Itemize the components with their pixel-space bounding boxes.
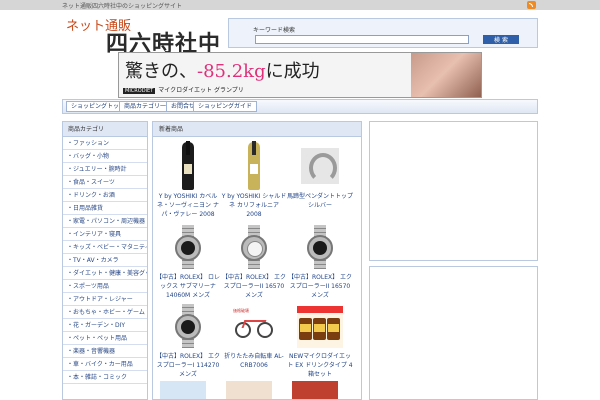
product-title[interactable]: 【中古】ROLEX】 エクスプローラーI 114270 メンズ — [155, 352, 221, 379]
sidebar-item[interactable]: ・楽器・音響機器 — [63, 345, 147, 358]
sidebar-item[interactable]: ・バッグ・小物 — [63, 150, 147, 163]
watch-image — [173, 304, 203, 348]
category-sidebar: 商品カテゴリ ・ファッション ・バッグ・小物 ・ジュエリー・腕時計 ・食品・スイ… — [62, 121, 148, 400]
product-title[interactable]: NEWマイクロダイエット EX ドリンクタイプ 4箱セット — [287, 352, 353, 379]
search-input[interactable] — [255, 35, 469, 44]
sidebar-title: 商品カテゴリ — [63, 122, 147, 137]
sidebar-item[interactable]: ・TV・AV・カメラ — [63, 254, 147, 267]
watch-image — [173, 225, 203, 269]
product-card[interactable]: 【中古】ROLEX】 ロレックス サブマリーナ 14060M メンズ — [155, 223, 221, 300]
product-title[interactable]: 【中古】ROLEX】 エクスプローラーII 16570 メンズ — [287, 273, 353, 300]
pendant-image — [301, 148, 339, 184]
sidebar-item[interactable]: ・ファッション — [63, 137, 147, 150]
product-title[interactable]: 折りたたみ自転車 AL-CRB7006 — [221, 352, 287, 370]
sidebar-item[interactable]: ・インテリア・寝具 — [63, 228, 147, 241]
sidebar-item[interactable]: ・ジュエリー・腕時計 — [63, 163, 147, 176]
product-image-partial[interactable] — [292, 381, 338, 399]
new-products-panel: 新着商品 Y by YOSHIKI カベルネ・ソーヴィニヨン ナパ・ヴァレー 2… — [152, 121, 362, 400]
search-box: キーワード検索 検 索 — [228, 18, 538, 48]
sidebar-item[interactable]: ・おもちゃ・ホビー・ゲーム — [63, 306, 147, 319]
product-card[interactable]: Y by YOSHIKI カベルネ・ソーヴィニヨン ナパ・ヴァレー 2008 — [155, 141, 221, 219]
wine-bottle-image — [248, 141, 260, 190]
product-image[interactable]: 価格破壊 — [231, 302, 277, 350]
sidebar-item[interactable]: ・ドリンク・お酒 — [63, 189, 147, 202]
ad-banner[interactable]: 驚きの、-85.2kgに成功 MICRODIET マイクロダイエット グランプリ — [118, 52, 482, 98]
sidebar-item[interactable]: ・アウトドア・レジャー — [63, 293, 147, 306]
right-widget-bottom — [369, 266, 538, 400]
sidebar-item[interactable]: ・スポーツ用品 — [63, 280, 147, 293]
banner-headline-post: に成功 — [265, 61, 320, 82]
bicycle-image: 価格破壊 — [233, 308, 275, 344]
main-title: 新着商品 — [153, 122, 361, 137]
product-image[interactable] — [297, 223, 343, 271]
sidebar-item[interactable]: ・ダイエット・健康・美容グッズ — [63, 267, 147, 280]
diet-drink-image — [297, 306, 343, 348]
product-image[interactable] — [231, 141, 277, 190]
sidebar-item[interactable]: ・車・バイク・カー用品 — [63, 358, 147, 371]
banner-brand: MICRODIET — [123, 88, 156, 94]
product-image[interactable] — [297, 302, 343, 350]
product-title[interactable]: Y by YOSHIKI シャルドネ カリフォルニア 2008 — [221, 192, 287, 219]
site-logo[interactable]: ネット通販 四六時社中 — [62, 14, 222, 57]
sidebar-item[interactable]: ・キッズ・ベビー・マタニティ — [63, 241, 147, 254]
watch-image — [305, 225, 335, 269]
rss-icon[interactable] — [527, 1, 536, 9]
product-image[interactable] — [165, 141, 211, 190]
sidebar-item[interactable]: ・家電・パソコン・周辺機器 — [63, 215, 147, 228]
product-title[interactable]: 馬蹄型ペンダントトップ シルバー — [287, 192, 353, 210]
watch-image — [239, 225, 269, 269]
product-card[interactable]: 【中古】ROLEX】 エクスプローラーII 16570 メンズ — [287, 223, 353, 300]
search-label: キーワード検索 — [253, 27, 296, 34]
banner-headline-number: -85.2kg — [197, 61, 266, 82]
right-widget-top — [369, 121, 538, 261]
wine-bottle-image — [182, 141, 194, 190]
product-card[interactable]: 【中古】ROLEX】 エクスプローラーI 114270 メンズ — [155, 302, 221, 379]
product-title[interactable]: Y by YOSHIKI カベルネ・ソーヴィニヨン ナパ・ヴァレー 2008 — [155, 192, 221, 219]
product-image[interactable] — [297, 142, 343, 190]
sidebar-item[interactable]: ・日用品雑貨 — [63, 202, 147, 215]
global-nav: ショッピングトップ 商品カテゴリ一覧 お問合せ ショッピングガイド — [62, 99, 538, 114]
banner-subtitle-row: MICRODIET マイクロダイエット グランプリ — [123, 85, 343, 95]
sidebar-item[interactable]: ・ペット・ペット用品 — [63, 332, 147, 345]
product-card[interactable]: 【中古】ROLEX】 エクスプローラーII 16570 メンズ — [221, 223, 287, 300]
sidebar-item[interactable]: ・花・ガーデン・DIY — [63, 319, 147, 332]
product-card[interactable]: Y by YOSHIKI シャルドネ カリフォルニア 2008 — [221, 141, 287, 219]
site-tagline: ネット通販四六時社中のショッピングサイト — [62, 3, 183, 10]
product-card[interactable]: 価格破壊 折りたたみ自転車 AL-CRB7006 — [221, 302, 287, 370]
product-title[interactable]: 【中古】ROLEX】 ロレックス サブマリーナ 14060M メンズ — [155, 273, 221, 300]
bike-price-tag: 価格破壊 — [233, 308, 249, 313]
product-card[interactable]: 馬蹄型ペンダントトップ シルバー — [287, 142, 353, 210]
product-title[interactable]: 【中古】ROLEX】 エクスプローラーII 16570 メンズ — [221, 273, 287, 300]
sidebar-item[interactable]: ・食品・スイーツ — [63, 176, 147, 189]
search-button[interactable]: 検 索 — [483, 35, 519, 44]
product-image[interactable] — [231, 223, 277, 271]
product-card[interactable]: NEWマイクロダイエット EX ドリンクタイプ 4箱セット — [287, 302, 353, 379]
banner-headline-pre: 驚きの、 — [125, 61, 197, 82]
banner-subtitle: マイクロダイエット グランプリ — [158, 87, 244, 94]
product-image-partial[interactable] — [226, 381, 272, 399]
nav-item-guide[interactable]: ショッピングガイド — [193, 101, 258, 112]
top-bar: ネット通販四六時社中のショッピングサイト — [0, 0, 600, 10]
sidebar-item[interactable]: ・本・雑誌・コミック — [63, 371, 147, 384]
product-image[interactable] — [165, 302, 211, 350]
banner-headline: 驚きの、-85.2kgに成功 — [125, 57, 320, 83]
banner-photo — [411, 53, 481, 97]
product-image-partial[interactable] — [160, 381, 206, 399]
product-image[interactable] — [165, 223, 211, 271]
